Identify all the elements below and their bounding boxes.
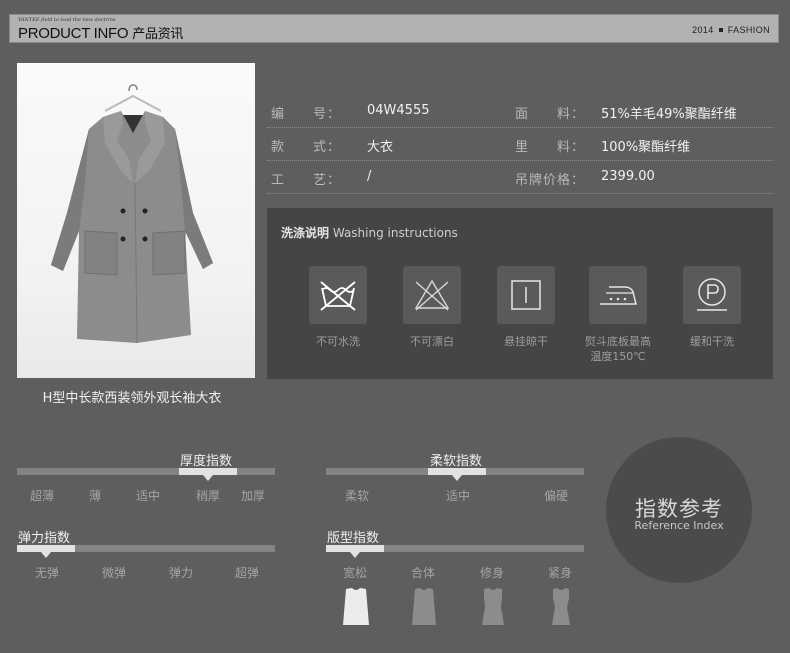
washing-label: 熨斗底板最高 温度150℃: [578, 334, 658, 364]
softness-tick: 柔软: [345, 489, 370, 503]
elasticity-index-selected: [17, 545, 75, 552]
reference-index-en: Reference Index: [634, 519, 724, 532]
hang-dry-icon: [497, 266, 555, 324]
product-photo[interactable]: [17, 63, 255, 378]
info-value-code: 04W4555: [367, 103, 430, 118]
softness-index-selected: [428, 468, 486, 475]
elasticity-index-pointer: [41, 552, 51, 558]
softness-tick-selected: 适中: [446, 489, 471, 503]
fit-tick: 合体: [411, 566, 436, 580]
info-label: 吊牌价格：: [515, 173, 586, 188]
thickness-tick-selected: 稍厚: [196, 489, 221, 503]
reference-index-badge: 指数参考 Reference Index: [606, 437, 752, 583]
thickness-tick: 加厚: [241, 489, 266, 503]
washing-panel: 洗涤说明 Washing instructions 不可水洗 不可漂白 悬挂晾干…: [267, 208, 773, 379]
product-caption: H型中长款西装领外观长袖大衣: [42, 391, 222, 406]
info-value-craft: /: [367, 169, 372, 184]
washing-label: 不可水洗: [316, 335, 360, 348]
info-row: 款 式： 大衣 里 料： 100%聚酯纤维: [267, 128, 773, 161]
thickness-tick: 超薄: [30, 489, 55, 503]
product-info-table: 编 号： 04W4555 面 料： 51%羊毛49%聚酯纤维 款 式： 大衣 里…: [267, 95, 773, 194]
elasticity-tick-selected: 无弹: [35, 566, 60, 580]
fit-tick: 修身: [480, 566, 505, 580]
thickness-tick: 适中: [136, 489, 161, 503]
header-dot: [718, 28, 723, 32]
regular-fit-shirt-icon: [412, 588, 436, 625]
info-value-style: 大衣: [367, 140, 394, 155]
info-label: 里 料：: [515, 140, 586, 155]
no-wash-icon: [309, 266, 367, 324]
elasticity-index-title: 弹力指数: [18, 531, 71, 546]
coat-illustration: [51, 84, 213, 344]
page-title-zh: 产品资讯: [132, 26, 184, 41]
softness-index-pointer: [452, 475, 462, 481]
thickness-index-title: 厚度指数: [180, 454, 233, 469]
fit-index-title: 版型指数: [327, 531, 380, 546]
washing-title-en: Washing instructions: [332, 226, 458, 240]
fit-index-selected: [326, 545, 384, 552]
slim-fit-shirt-icon: [482, 588, 504, 625]
header-fashion: FASHION: [727, 25, 770, 35]
elasticity-tick: 弹力: [169, 566, 194, 580]
loose-fit-shirt-icon: [343, 588, 369, 625]
fit-tick-selected: 宽松: [343, 566, 368, 580]
elasticity-tick: 微弹: [102, 566, 127, 580]
info-value-price: 2399.00: [601, 169, 655, 184]
info-row: 编 号： 04W4555 面 料： 51%羊毛49%聚酯纤维: [267, 95, 773, 128]
washing-title-zh: 洗涤说明: [281, 226, 330, 240]
thickness-index-selected: [179, 468, 237, 475]
info-label: 款 式：: [271, 140, 342, 155]
iron-150-icon: [589, 266, 647, 324]
thickness-tick: 薄: [89, 489, 102, 503]
header-bar: YANTEE field to lead the new doctrine PR…: [9, 14, 779, 43]
softness-index-title: 柔软指数: [430, 454, 483, 469]
fit-tick: 紧身: [548, 566, 573, 580]
thickness-index-pointer: [203, 475, 213, 481]
washing-label-line: 温度150℃: [590, 350, 646, 363]
washing-label-line: 熨斗底板最高: [585, 335, 651, 348]
info-label: 面 料：: [515, 107, 586, 122]
tight-fit-shirt-icon: [552, 588, 570, 625]
info-label: 编 号：: [271, 107, 342, 122]
washing-label: 缓和干洗: [690, 335, 734, 348]
header-right-label: 2014 FASHION: [692, 25, 770, 35]
info-value-fabric: 51%羊毛49%聚酯纤维: [601, 107, 737, 122]
gentle-dry-clean-icon: [683, 266, 741, 324]
info-value-lining: 100%聚酯纤维: [601, 140, 691, 155]
softness-tick: 偏硬: [544, 489, 569, 503]
info-row: 工 艺： / 吊牌价格： 2399.00: [267, 161, 773, 194]
page-title: PRODUCT INFO 产品资讯: [18, 23, 183, 42]
washing-title: 洗涤说明 Washing instructions: [281, 224, 458, 241]
washing-label: 悬挂晾干: [504, 335, 548, 348]
page-title-en: PRODUCT INFO: [18, 25, 129, 42]
header-year: 2014: [692, 25, 714, 35]
info-label: 工 艺：: [271, 173, 342, 188]
no-bleach-icon: [403, 266, 461, 324]
elasticity-tick: 超弹: [235, 566, 260, 580]
fit-index-pointer: [350, 552, 360, 558]
washing-label: 不可漂白: [410, 335, 454, 348]
